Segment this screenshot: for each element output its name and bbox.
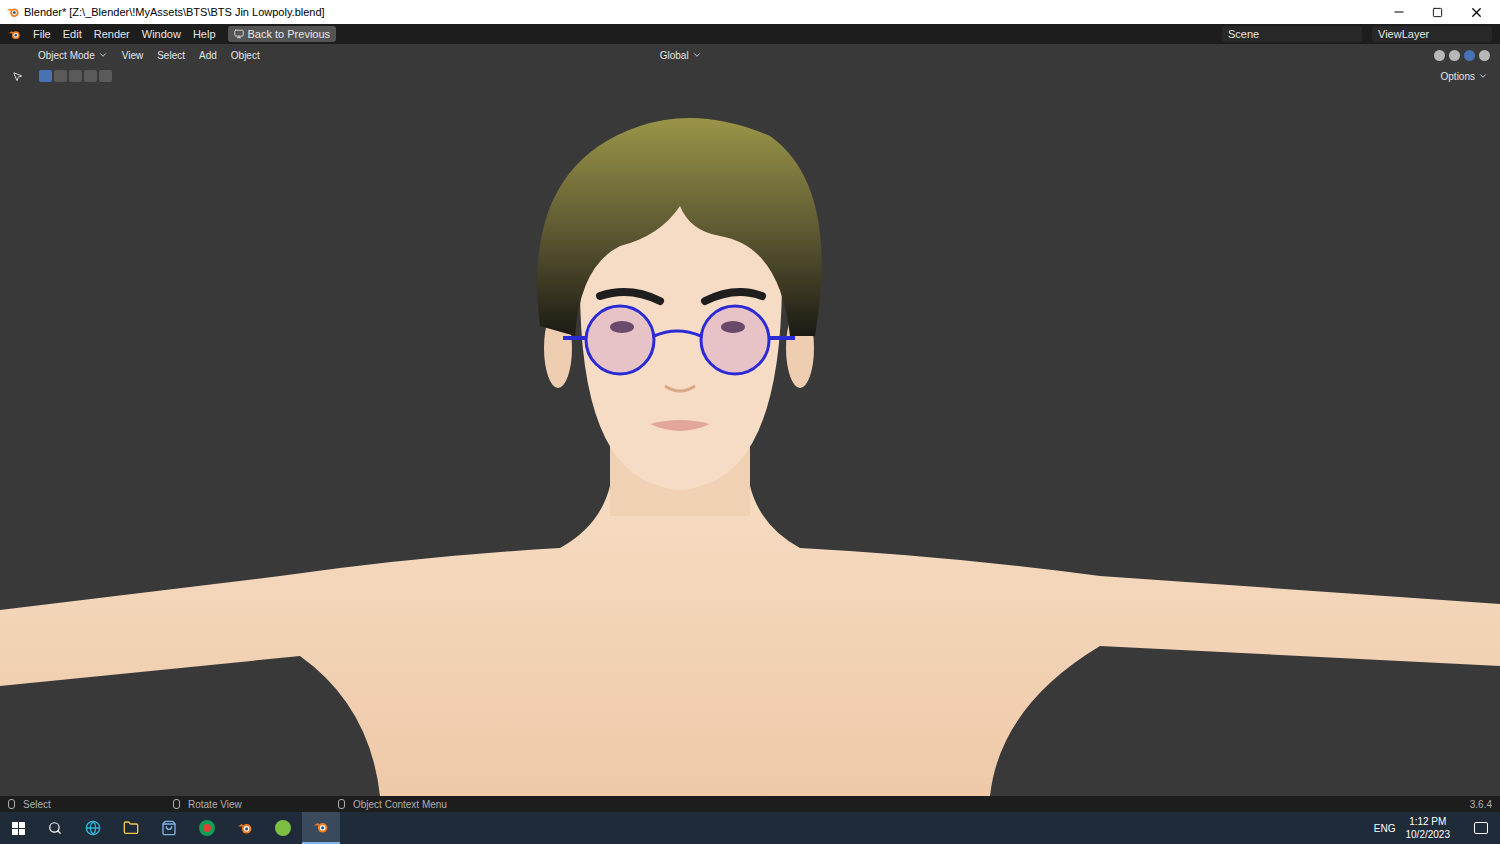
close-icon[interactable] bbox=[1469, 5, 1484, 20]
header-menu-item[interactable]: Select bbox=[157, 48, 185, 63]
menu-item[interactable]: Window bbox=[142, 26, 181, 43]
shading-mode-icon[interactable] bbox=[1449, 50, 1460, 61]
viewport[interactable] bbox=[0, 86, 1500, 796]
shading-mode-icon[interactable] bbox=[1434, 50, 1445, 61]
store-icon[interactable] bbox=[150, 820, 188, 836]
blender-logo-icon bbox=[313, 819, 329, 835]
mouse-icon bbox=[173, 799, 180, 809]
blender-taskbar-icon[interactable] bbox=[226, 820, 264, 836]
blender-active-taskbar-icon[interactable] bbox=[302, 812, 340, 844]
maximize-icon[interactable] bbox=[1432, 7, 1443, 18]
shading-mode-icon[interactable] bbox=[1479, 50, 1490, 61]
view-layer-field[interactable]: ViewLayer bbox=[1372, 26, 1492, 42]
language-indicator[interactable]: ENG bbox=[1374, 821, 1396, 836]
minimize-icon[interactable] bbox=[1392, 5, 1406, 19]
scene-field[interactable]: Scene bbox=[1222, 26, 1362, 42]
blender-logo-icon bbox=[6, 5, 20, 19]
status-item: Select bbox=[8, 797, 173, 812]
top-bar: File Edit Render Window Help Back to Previous… bbox=[0, 24, 1500, 44]
options-dropdown[interactable]: Options bbox=[1441, 69, 1488, 84]
version: 3.6.4 bbox=[1470, 797, 1492, 812]
status-item: Rotate View bbox=[173, 797, 338, 812]
task-view-icon[interactable] bbox=[36, 821, 74, 835]
tool-header: Options bbox=[0, 66, 1500, 86]
mouse-icon bbox=[338, 799, 345, 809]
notification-icon[interactable] bbox=[1474, 822, 1488, 834]
select-mode-icon[interactable] bbox=[69, 70, 82, 82]
viewport-header: Object Mode View Select Add Object Global bbox=[0, 44, 1500, 66]
chevron-icon bbox=[1478, 71, 1488, 81]
edge-icon[interactable] bbox=[74, 820, 112, 836]
orientation-dropdown[interactable]: Global bbox=[660, 48, 702, 63]
screen: Blender* [Z:\_Blender\!MyAssets\BTS\BTS … bbox=[0, 0, 1500, 844]
back-button[interactable]: Back to Previous bbox=[228, 26, 337, 42]
clock[interactable]: 1:12 PM10/2/2023 bbox=[1406, 815, 1451, 841]
blender-logo-icon bbox=[237, 820, 253, 836]
status-bar: SelectRotate ViewObject Context Menu 3.6.… bbox=[0, 796, 1500, 812]
start-button[interactable] bbox=[0, 822, 36, 835]
menu-item[interactable]: File bbox=[33, 26, 51, 43]
taskbar: ENG 1:12 PM10/2/2023 bbox=[0, 812, 1500, 844]
header-menu-item[interactable]: Add bbox=[199, 48, 217, 63]
select-tool-icon[interactable] bbox=[12, 71, 23, 82]
menu-item[interactable]: Help bbox=[193, 26, 216, 43]
menu-item[interactable]: Edit bbox=[63, 26, 82, 43]
shading-mode-icon[interactable] bbox=[1464, 50, 1475, 61]
chevron-icon bbox=[98, 50, 108, 60]
blender-logo-icon bbox=[8, 28, 21, 41]
chevron-icon bbox=[692, 50, 702, 60]
select-mode-icon[interactable] bbox=[99, 70, 112, 82]
select-mode-icon[interactable] bbox=[39, 70, 52, 82]
mode-dropdown[interactable]: Object Mode bbox=[38, 48, 108, 63]
title-bar: Blender* [Z:\_Blender\!MyAssets\BTS\BTS … bbox=[0, 0, 1500, 24]
app-taskbar-icon[interactable] bbox=[264, 820, 302, 836]
window-title: Blender* [Z:\_Blender\!MyAssets\BTS\BTS … bbox=[24, 4, 325, 21]
chrome-icon[interactable] bbox=[188, 820, 226, 836]
select-mode-icon[interactable] bbox=[84, 70, 97, 82]
header-menu-item[interactable]: View bbox=[122, 48, 144, 63]
status-item: Object Context Menu bbox=[338, 797, 503, 812]
menu-item[interactable]: Render bbox=[94, 26, 130, 43]
viewport-model[interactable] bbox=[0, 86, 1500, 796]
screen-icon bbox=[234, 29, 244, 39]
header-menu-item[interactable]: Object bbox=[231, 48, 260, 63]
select-mode-icon[interactable] bbox=[54, 70, 67, 82]
mouse-icon bbox=[8, 799, 15, 809]
explorer-icon[interactable] bbox=[112, 820, 150, 836]
